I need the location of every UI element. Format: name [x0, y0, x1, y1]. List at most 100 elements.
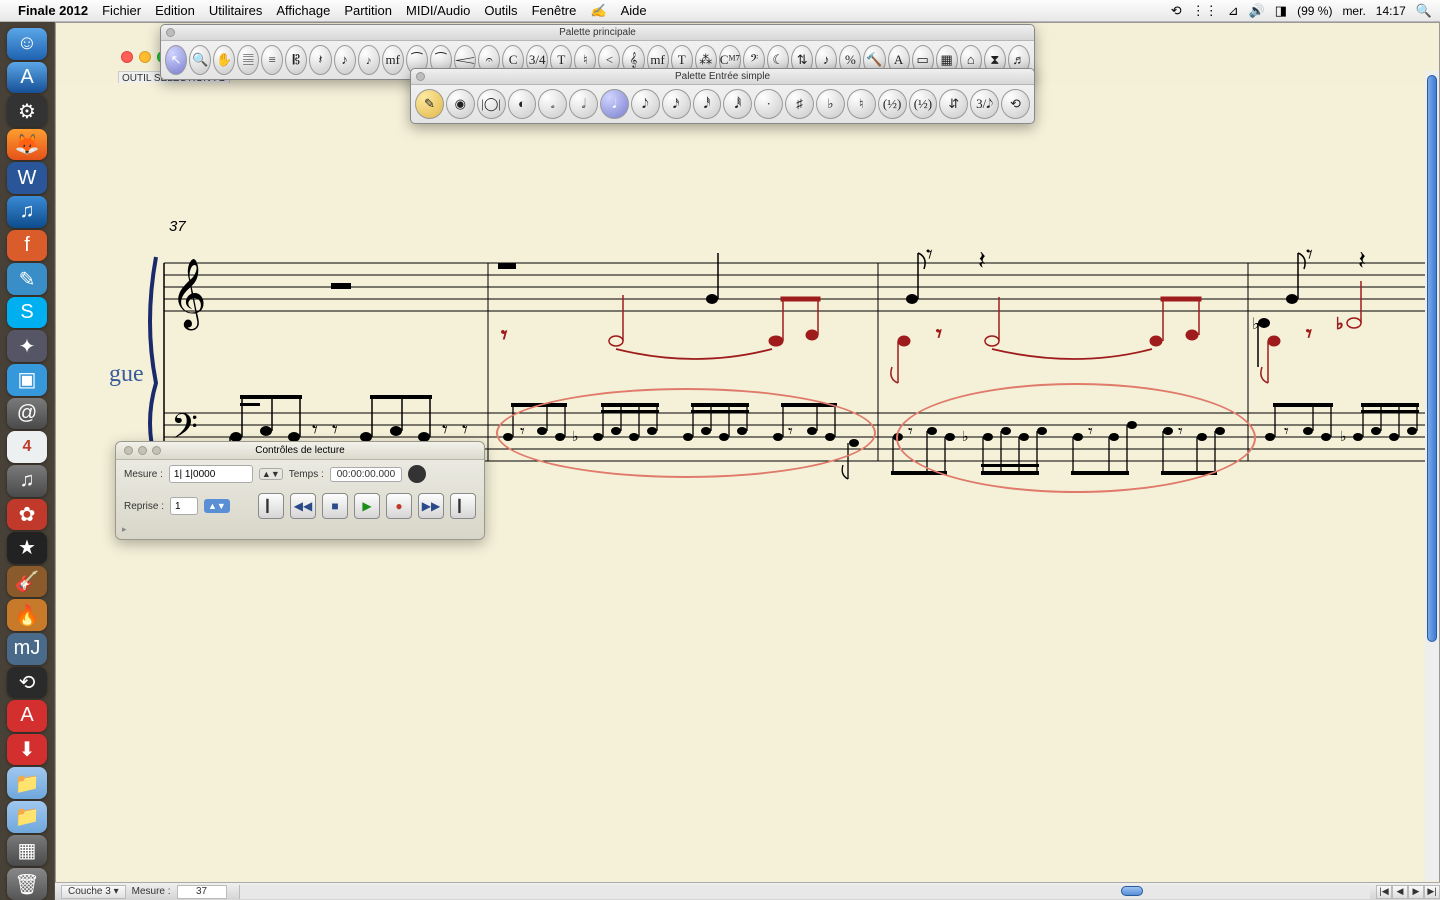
main-tool-4[interactable]: ≡ — [261, 45, 283, 75]
dock-word[interactable]: W — [7, 162, 47, 194]
layer-dropdown[interactable]: Couche 3 ▾ — [61, 885, 126, 899]
menu-affichage[interactable]: Affichage — [276, 3, 330, 18]
playback-title[interactable]: Contrôles de lecture — [116, 442, 484, 460]
simple-tool-8[interactable]: 𝅘𝅥𝅯 — [662, 89, 691, 119]
simple-tool-3[interactable]: ◐ — [508, 89, 537, 119]
stop-button[interactable]: ■ — [322, 493, 348, 519]
dock-pdf[interactable]: ⬇ — [7, 734, 47, 766]
window-close-icon[interactable] — [121, 51, 133, 63]
record-button[interactable]: ● — [386, 493, 412, 519]
main-tool-7[interactable]: ♪ — [334, 45, 356, 75]
simple-tool-0[interactable]: ✎ — [415, 89, 444, 119]
palette-simple-title[interactable]: Palette Entrée simple — [411, 69, 1034, 85]
palette-simple[interactable]: Palette Entrée simple ✎◉|◯|◐𝅗𝅗𝅥𝅘𝅥𝅘𝅥𝅮𝅘𝅥𝅯𝅘… — [410, 68, 1035, 124]
volume-icon[interactable]: 🔊 — [1249, 3, 1265, 19]
measure-stepper[interactable]: ▲▼ — [259, 468, 283, 480]
menu-fichier[interactable]: Fichier — [102, 3, 141, 18]
page-prev-icon[interactable]: ◀ — [1392, 885, 1408, 899]
playback-controls[interactable]: Contrôles de lecture Mesure : ▲▼ Temps :… — [115, 441, 485, 540]
menubar-date[interactable]: mer. — [1342, 4, 1365, 18]
main-tool-8[interactable]: 𝆔 — [358, 45, 380, 75]
simple-tool-18[interactable]: 3/𝅘𝅥𝅮 — [970, 89, 999, 119]
dock-trash[interactable]: 🗑 — [7, 868, 47, 900]
to-end-button[interactable]: ▎ — [450, 493, 476, 519]
dock-calendar[interactable]: 4 — [7, 431, 47, 463]
rewind-button[interactable]: ◀◀ — [290, 493, 316, 519]
simple-tool-11[interactable]: · — [754, 89, 783, 119]
dock-app-6[interactable]: ▦ — [7, 835, 47, 867]
page-last-icon[interactable]: ▶| — [1424, 885, 1440, 899]
simple-tool-15[interactable]: (½) — [878, 89, 907, 119]
simple-tool-6[interactable]: 𝅘𝅥 — [600, 89, 629, 119]
to-start-button[interactable]: ▎ — [258, 493, 284, 519]
simple-tool-12[interactable]: ♯ — [785, 89, 814, 119]
simple-tool-7[interactable]: 𝅘𝅥𝅮 — [631, 89, 660, 119]
main-tool-6[interactable]: 𝄽 — [309, 45, 331, 75]
dock-safari[interactable]: ✦ — [7, 330, 47, 362]
dock-timemachine[interactable]: ⟲ — [7, 667, 47, 699]
simple-tool-10[interactable]: 𝅘𝅥𝅱 — [723, 89, 752, 119]
menu-midi-audio[interactable]: MIDI/Audio — [406, 3, 470, 18]
menu-fenetre[interactable]: Fenêtre — [532, 3, 577, 18]
dock-app-4[interactable]: 🎸 — [7, 566, 47, 598]
reprise-stepper[interactable]: ▲▼ — [204, 499, 230, 513]
palette-simple-close-icon[interactable] — [416, 72, 425, 81]
palette-main-close-icon[interactable] — [166, 28, 175, 37]
fastforward-button[interactable]: ▶▶ — [418, 493, 444, 519]
dock-skype[interactable]: S — [7, 297, 47, 329]
dock-appstore[interactable]: A — [7, 62, 47, 94]
battery-icon[interactable]: ◨ — [1275, 3, 1287, 19]
dock-folder-1[interactable]: 📁 — [7, 767, 47, 799]
menu-aide[interactable]: Aide — [621, 3, 647, 18]
menu-partition[interactable]: Partition — [344, 3, 392, 18]
measure-input[interactable] — [169, 465, 253, 483]
dock-app-3[interactable]: ★ — [7, 532, 47, 564]
dock-folder-2[interactable]: 📁 — [7, 801, 47, 833]
simple-tool-2[interactable]: |◯| — [477, 89, 506, 119]
main-tool-5[interactable]: 𝄡 — [285, 45, 307, 75]
main-tool-1[interactable]: 🔍 — [189, 45, 211, 75]
dock-itunes[interactable]: ♫ — [7, 196, 47, 228]
menu-utilitaires[interactable]: Utilitaires — [209, 3, 262, 18]
menu-script[interactable]: ✍ — [590, 3, 606, 19]
page-first-icon[interactable]: |◀ — [1376, 885, 1392, 899]
dock-acrobat[interactable]: A — [7, 700, 47, 732]
dock-musescore[interactable]: mJ — [7, 633, 47, 665]
simple-tool-1[interactable]: ◉ — [446, 89, 475, 119]
dock-finder[interactable]: ☺ — [7, 28, 47, 60]
main-tool-2[interactable]: ✋ — [213, 45, 235, 75]
main-tool-9[interactable]: mf — [382, 45, 404, 75]
main-tool-3[interactable]: 𝄚 — [237, 45, 259, 75]
dock-app-1[interactable]: ✎ — [7, 263, 47, 295]
main-tool-0[interactable]: ↖ — [165, 45, 187, 75]
vscroll-thumb[interactable] — [1427, 75, 1437, 642]
simple-tool-4[interactable]: 𝅗 — [538, 89, 567, 119]
status-measure-value[interactable]: 37 — [177, 885, 227, 899]
wifi-icon[interactable]: ⊿ — [1228, 3, 1239, 19]
dock-settings[interactable]: ⚙ — [7, 95, 47, 127]
simple-tool-16[interactable]: (½) — [909, 89, 938, 119]
page-next-icon[interactable]: ▶ — [1408, 885, 1424, 899]
dock-finale[interactable]: f — [7, 230, 47, 262]
horizontal-scrollbar[interactable] — [239, 885, 1370, 899]
reprise-input[interactable] — [170, 497, 198, 515]
app-name[interactable]: Finale 2012 — [18, 3, 88, 18]
menu-outils[interactable]: Outils — [484, 3, 517, 18]
play-button[interactable]: ▶ — [354, 493, 380, 519]
playback-close-icon[interactable] — [124, 446, 133, 455]
simple-tool-9[interactable]: 𝅘𝅥𝅰 — [693, 89, 722, 119]
dock-facetime[interactable]: ▣ — [7, 364, 47, 396]
menu-edition[interactable]: Edition — [155, 3, 195, 18]
simple-tool-19[interactable]: ⟲ — [1001, 89, 1030, 119]
spotlight-icon[interactable]: 🔍 — [1416, 3, 1432, 19]
dock-firefox[interactable]: 🦊 — [7, 129, 47, 161]
simple-tool-5[interactable]: 𝅗𝅥 — [569, 89, 598, 119]
clock-history-icon[interactable]: ⟲ — [1171, 3, 1182, 19]
playback-zoom-icon[interactable] — [152, 446, 161, 455]
dock-contacts[interactable]: @ — [7, 398, 47, 430]
simple-tool-13[interactable]: ♭ — [816, 89, 845, 119]
window-minimize-icon[interactable] — [139, 51, 151, 63]
dock-app-5[interactable]: 🔥 — [7, 599, 47, 631]
simple-tool-14[interactable]: ♮ — [847, 89, 876, 119]
palette-main-title[interactable]: Palette principale — [161, 25, 1034, 41]
